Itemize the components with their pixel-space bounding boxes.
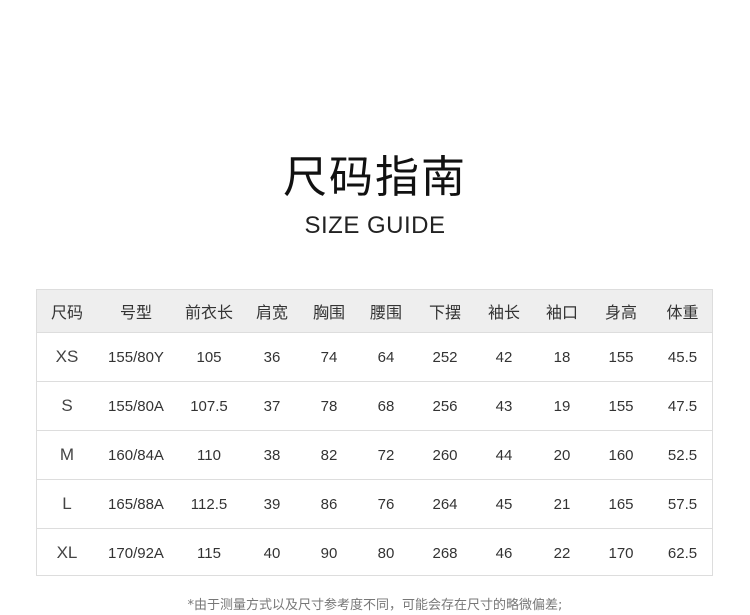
cell-hem: 252: [432, 348, 458, 366]
cell-hem: 256: [432, 397, 458, 415]
cell-waist: 72: [377, 446, 395, 464]
cell-chest: 74: [320, 348, 338, 366]
cell-front-length: 110: [197, 446, 221, 464]
header-hem: 下摆: [428, 303, 461, 322]
measurement-footnote: *由于测量方式以及尺寸参考度不同，可能会存在尺寸的略微偏差;: [187, 598, 563, 613]
header-sleeve-length: 袖长: [487, 303, 520, 322]
cell-front-length: 107.5: [190, 397, 228, 415]
cell-sleeve-length: 46: [495, 544, 513, 562]
cell-shoulder-width: 40: [263, 544, 281, 562]
cell-size: XL: [56, 543, 78, 562]
table-row: M 160/84A 110 38 82 72 260 44 20 160 52.…: [37, 430, 712, 479]
cell-shoulder-width: 38: [263, 446, 281, 464]
cell-weight: 47.5: [667, 397, 698, 415]
cell-size: XS: [55, 347, 79, 366]
cell-shoulder-width: 39: [263, 495, 281, 513]
cell-chest: 78: [320, 397, 338, 415]
header-cuff: 袖口: [545, 303, 578, 322]
cell-cuff: 21: [553, 495, 571, 513]
cell-front-length: 112.5: [190, 495, 228, 513]
cell-weight: 52.5: [667, 446, 698, 464]
cell-model: 160/84A: [108, 446, 164, 464]
cell-weight: 45.5: [667, 348, 698, 366]
table-row: S 155/80A 107.5 37 78 68 256 43 19 155 4…: [37, 381, 712, 430]
header-weight: 体重: [666, 303, 699, 322]
page-subtitle: SIZE GUIDE: [304, 212, 446, 239]
cell-height: 170: [608, 544, 634, 562]
cell-cuff: 18: [553, 348, 571, 366]
header-size: 尺码: [50, 303, 83, 322]
header-shoulder-width: 肩宽: [255, 303, 288, 322]
cell-model: 165/88A: [108, 495, 164, 513]
cell-height: 155: [608, 397, 634, 415]
cell-hem: 264: [432, 495, 458, 513]
cell-waist: 76: [377, 495, 395, 513]
cell-sleeve-length: 44: [495, 446, 513, 464]
cell-cuff: 19: [553, 397, 571, 415]
cell-cuff: 22: [553, 544, 571, 562]
cell-size: S: [61, 396, 73, 415]
header-chest: 胸围: [312, 303, 345, 322]
cell-height: 160: [608, 446, 634, 464]
cell-front-length: 105: [196, 348, 222, 366]
cell-cuff: 20: [553, 446, 571, 464]
table-row: XS 155/80Y 105 36 74 64 252 42 18 155 45…: [37, 332, 712, 381]
cell-chest: 86: [320, 495, 338, 513]
cell-size: L: [62, 494, 72, 513]
header-height: 身高: [604, 303, 637, 322]
cell-size: M: [59, 445, 75, 464]
table-header-row: 尺码 号型 前衣长 肩宽 胸围 腰围 下摆 袖长 袖口 身高 体重: [37, 290, 712, 332]
cell-sleeve-length: 42: [495, 348, 513, 366]
cell-shoulder-width: 36: [263, 348, 281, 366]
size-table: 尺码 号型 前衣长 肩宽 胸围 腰围 下摆 袖长 袖口 身高 体重 XS 155…: [36, 289, 713, 576]
cell-sleeve-length: 45: [495, 495, 513, 513]
header-front-length: 前衣长: [184, 303, 233, 322]
cell-model: 170/92A: [108, 544, 164, 562]
table-row: XL 170/92A 115 40 90 80 268 46 22 170 62…: [37, 528, 712, 577]
cell-weight: 62.5: [667, 544, 698, 562]
cell-waist: 68: [377, 397, 395, 415]
cell-hem: 268: [432, 544, 458, 562]
cell-hem: 260: [432, 446, 458, 464]
cell-waist: 80: [377, 544, 395, 562]
cell-height: 155: [608, 348, 634, 366]
cell-shoulder-width: 37: [263, 397, 281, 415]
cell-chest: 82: [320, 446, 338, 464]
cell-weight: 57.5: [667, 495, 698, 513]
cell-model: 155/80Y: [108, 348, 164, 366]
page-title: 尺码指南: [283, 152, 467, 203]
table-row: L 165/88A 112.5 39 86 76 264 45 21 165 5…: [37, 479, 712, 528]
cell-model: 155/80A: [108, 397, 164, 415]
header-model: 号型: [119, 303, 152, 322]
cell-waist: 64: [377, 348, 395, 366]
cell-height: 165: [608, 495, 634, 513]
cell-sleeve-length: 43: [495, 397, 513, 415]
header-waist: 腰围: [369, 303, 402, 322]
cell-chest: 90: [320, 544, 338, 562]
cell-front-length: 115: [197, 544, 221, 562]
